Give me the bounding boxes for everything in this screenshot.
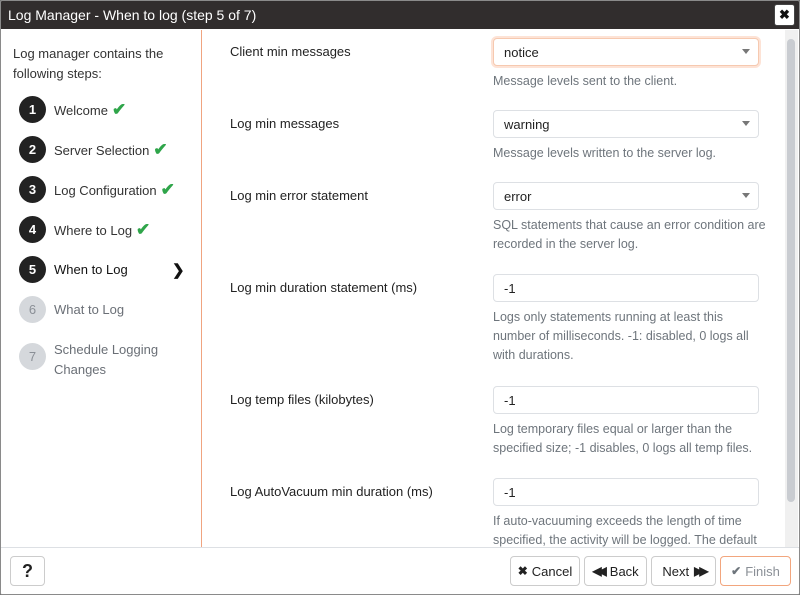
input-value: -1 xyxy=(504,392,516,408)
field-label: Client min messages xyxy=(230,44,351,59)
step-number: 6 xyxy=(19,296,46,323)
step-schedule-logging-changes: 7 Schedule Logging Changes xyxy=(19,336,169,380)
check-icon: ✔ xyxy=(160,180,175,199)
step-what-to-log: 6 What to Log xyxy=(19,296,124,323)
field-label: Log min duration statement (ms) xyxy=(230,280,418,295)
client-min-messages-select[interactable]: notice xyxy=(493,38,759,66)
dialog-footer: ? ✖ Cancel ◀◀ Back Next ▶▶ ✔ Finish xyxy=(1,547,799,594)
step-where-to-log: 4 Where to Log ✔ xyxy=(19,216,150,243)
close-icon: ✖ xyxy=(779,7,790,22)
question-mark-icon: ? xyxy=(22,560,33,581)
field-help: Message levels sent to the client. xyxy=(493,74,678,88)
steps-sidebar: Log manager contains the following steps… xyxy=(1,30,202,547)
check-icon: ✔ xyxy=(111,100,127,119)
field-help: Log temporary files equal or larger than… xyxy=(493,422,753,455)
step-log-configuration: 3 Log Configuration ✔ xyxy=(19,176,175,203)
log-min-duration-statement-input[interactable]: -1 xyxy=(493,274,759,302)
form-content: Client min messages notice Message level… xyxy=(202,30,785,547)
chevron-right-icon: ❯ xyxy=(172,262,185,279)
step-number: 7 xyxy=(19,343,46,370)
field-help: Message levels written to the server log… xyxy=(493,146,717,160)
step-welcome: 1 Welcome ✔ xyxy=(19,96,126,123)
log-manager-dialog: Log Manager - When to log (step 5 of 7) … xyxy=(0,0,800,595)
step-label: Schedule Logging Changes xyxy=(54,342,159,377)
next-label: Next xyxy=(662,563,690,579)
step-number: 5 xyxy=(19,256,46,283)
check-icon: ✔ xyxy=(731,564,742,578)
log-autovacuum-min-duration-input[interactable]: -1 xyxy=(493,478,759,506)
dropdown-caret-icon xyxy=(742,121,750,126)
input-value: -1 xyxy=(504,280,516,296)
select-value: error xyxy=(504,188,532,204)
step-number: 1 xyxy=(19,96,46,123)
help-button[interactable]: ? xyxy=(10,556,45,586)
dropdown-caret-icon xyxy=(742,49,750,54)
steps-intro: Log manager contains the following steps… xyxy=(13,46,164,81)
cancel-label: Cancel xyxy=(531,563,573,579)
field-label: Log min messages xyxy=(230,116,340,131)
step-label: Log Configuration xyxy=(54,183,157,198)
step-label: Server Selection xyxy=(54,143,150,158)
step-number: 2 xyxy=(19,136,46,163)
input-value: -1 xyxy=(504,484,516,500)
finish-label: Finish xyxy=(745,563,780,579)
titlebar: Log Manager - When to log (step 5 of 7) … xyxy=(1,1,799,29)
log-min-messages-select[interactable]: warning xyxy=(493,110,759,138)
step-label: What to Log xyxy=(54,302,125,317)
back-label: Back xyxy=(609,563,639,579)
log-temp-files-input[interactable]: -1 xyxy=(493,386,759,414)
log-min-error-statement-select[interactable]: error xyxy=(493,182,759,210)
check-icon: ✔ xyxy=(136,220,151,239)
cancel-button[interactable]: ✖ Cancel xyxy=(510,556,580,586)
finish-button[interactable]: ✔ Finish xyxy=(720,556,791,586)
select-value: warning xyxy=(504,116,550,132)
dropdown-caret-icon xyxy=(742,193,750,198)
step-label: Where to Log xyxy=(54,223,133,238)
step-server-selection: 2 Server Selection ✔ xyxy=(19,136,168,163)
step-label: When to Log xyxy=(54,262,128,277)
close-button[interactable]: ✖ xyxy=(774,4,795,26)
next-button[interactable]: Next ▶▶ xyxy=(651,556,716,586)
check-icon: ✔ xyxy=(153,140,168,159)
select-value: notice xyxy=(504,44,539,60)
field-label: Log temp files (kilobytes) xyxy=(230,392,374,407)
field-help: Logs only statements running at least th… xyxy=(493,310,749,362)
step-when-to-log: 5 When to Log xyxy=(19,256,189,283)
vertical-scrollbar[interactable] xyxy=(785,30,798,547)
back-button[interactable]: ◀◀ Back xyxy=(584,556,647,586)
field-help: SQL statements that cause an error condi… xyxy=(493,218,766,251)
step-number: 3 xyxy=(19,176,46,203)
field-label: Log min error statement xyxy=(230,188,369,203)
field-label: Log AutoVacuum min duration (ms) xyxy=(230,484,433,499)
step-number: 4 xyxy=(19,216,46,243)
forward-icon: ▶▶ xyxy=(694,564,709,578)
dialog-title: Log Manager - When to log (step 5 of 7) xyxy=(8,7,257,23)
close-icon: ✖ xyxy=(517,564,528,578)
step-label: Welcome xyxy=(54,103,108,118)
field-help: If auto-vacuuming exceeds the length of … xyxy=(493,514,757,547)
backward-icon: ◀◀ xyxy=(592,564,607,578)
scrollbar-thumb[interactable] xyxy=(787,39,795,502)
